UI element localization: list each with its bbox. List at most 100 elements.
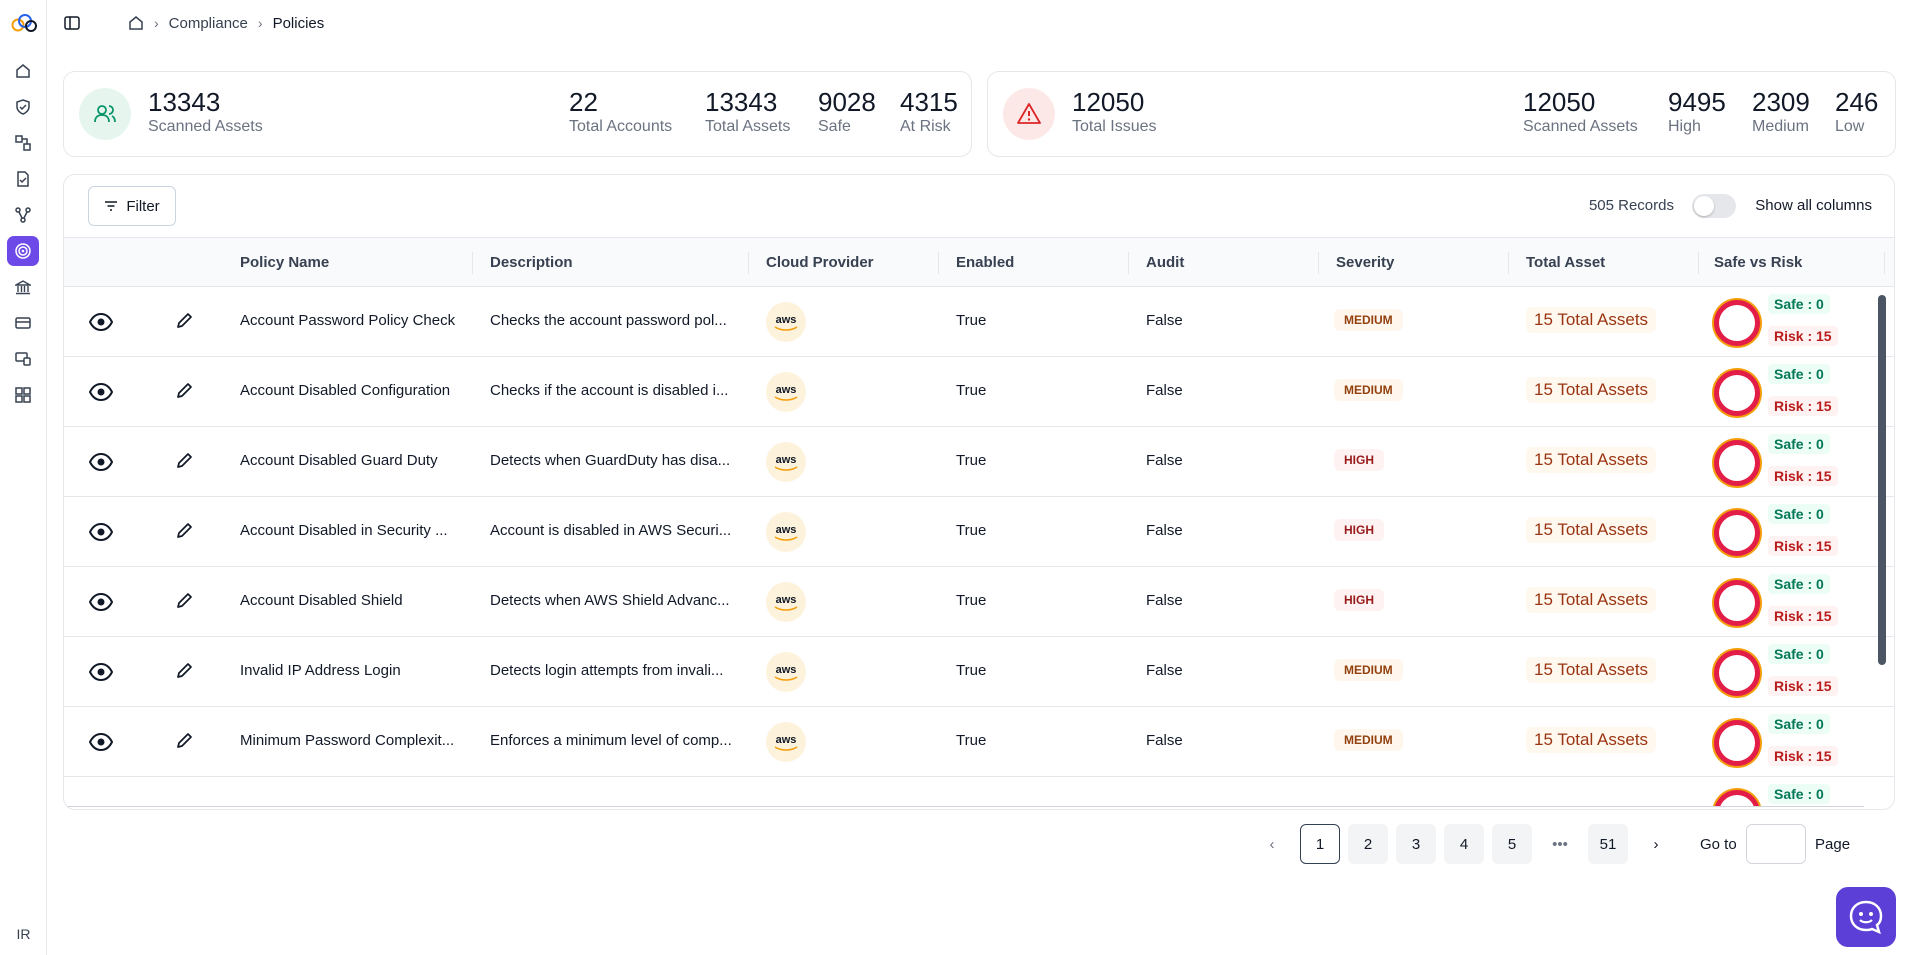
description-cell: Checks the account password pol... [490,312,727,329]
total-assets-badge[interactable]: 15 Total Assets [1526,517,1657,543]
column-divider[interactable] [1508,252,1509,274]
page-3-button[interactable]: 3 [1396,824,1436,864]
view-eye-icon[interactable] [88,451,114,473]
table-row[interactable]: Account Disabled Shield Detects when AWS … [64,567,1894,637]
severity-badge: MEDIUM [1334,659,1403,681]
edit-pencil-icon[interactable] [175,522,193,540]
policy-name-cell[interactable]: Minimum Password Complexit... [240,732,454,749]
policy-name-cell[interactable]: Account Disabled Guard Duty [240,452,438,469]
edit-pencil-icon[interactable] [175,382,193,400]
table-row[interactable]: Account Disabled Guard Duty Detects when … [64,427,1894,497]
cloud-logo-icon[interactable] [10,12,38,34]
total-assets-badge[interactable]: 15 Total Assets [1526,727,1657,753]
document-check-icon[interactable] [12,168,34,190]
safe-risk-donut [1714,720,1760,766]
risk-count-badge: Risk : 15 [1768,606,1838,626]
table-row[interactable]: Invalid IP Address Login Detects login at… [64,637,1894,707]
table-row[interactable]: Minimum Password Complexit... Enforces a … [64,707,1894,777]
aws-provider-icon: aws [766,722,806,762]
home-icon[interactable] [12,60,34,82]
filter-button[interactable]: Filter [88,186,176,226]
col-severity[interactable]: Severity [1336,254,1394,271]
policy-name-cell[interactable]: Account Password Policy Check [240,312,455,329]
edit-pencil-icon[interactable] [175,662,193,680]
horizontal-scrollbar[interactable] [64,806,1864,807]
total-assets-badge[interactable]: 15 Total Assets [1526,657,1657,683]
policies-nav-icon[interactable] [7,236,39,266]
risk-count-badge: Risk : 15 [1768,326,1838,346]
breadcrumb-policies: Policies [272,14,325,32]
column-divider[interactable] [1884,252,1885,274]
safe-risk-donut [1714,650,1760,696]
goto-page-input[interactable] [1746,824,1806,864]
vertical-scrollbar[interactable] [1878,295,1886,665]
total-assets-badge[interactable]: 15 Total Assets [1526,447,1657,473]
chat-support-button[interactable] [1836,887,1896,947]
edit-pencil-icon[interactable] [175,312,193,330]
workflow-icon[interactable] [12,132,34,154]
view-eye-icon[interactable] [88,521,114,543]
page-1-button[interactable]: 1 [1300,824,1340,864]
shield-check-icon[interactable] [12,96,34,118]
view-eye-icon[interactable] [88,311,114,333]
col-safe-vs-risk[interactable]: Safe vs Risk [1714,254,1802,271]
view-eye-icon[interactable] [88,661,114,683]
aws-provider-icon: aws [766,512,806,552]
column-divider[interactable] [1318,252,1319,274]
total-assets-badge[interactable]: 15 Total Assets [1526,587,1657,613]
column-divider[interactable] [1698,252,1699,274]
card-icon[interactable] [12,312,34,334]
sidebar-toggle-icon[interactable] [64,15,80,31]
records-count: 505 Records [1588,197,1674,214]
policy-name-cell[interactable]: Account Disabled Shield [240,592,403,609]
policy-name-cell[interactable]: Invalid IP Address Login [240,662,401,679]
devices-icon[interactable] [12,348,34,370]
col-total-asset[interactable]: Total Asset [1526,254,1605,271]
policy-name-cell[interactable]: Account Disabled in Security ... [240,522,448,539]
safe-risk-donut [1714,510,1760,556]
edit-pencil-icon[interactable] [175,592,193,610]
prev-page-icon[interactable]: ‹ [1252,824,1292,864]
view-eye-icon[interactable] [88,591,114,613]
total-accounts-stat: 22 Total Accounts [569,87,673,135]
policy-name-cell[interactable]: Account Disabled Configuration [240,382,450,399]
at-risk-stat: 4315 At Risk [900,87,958,135]
page-last-button[interactable]: 51 [1588,824,1628,864]
page-2-button[interactable]: 2 [1348,824,1388,864]
graph-nodes-icon[interactable] [12,204,34,226]
col-enabled[interactable]: Enabled [956,254,1014,271]
table-row[interactable]: Account Password Policy Check Checks the … [64,287,1894,357]
audit-cell: False [1146,592,1183,609]
page-5-button[interactable]: 5 [1492,824,1532,864]
col-cloud-provider[interactable]: Cloud Provider [766,254,874,271]
table-row[interactable]: Account Disabled Configuration Checks if … [64,357,1894,427]
total-assets-badge[interactable]: 15 Total Assets [1526,377,1657,403]
column-divider[interactable] [1128,252,1129,274]
total-assets-badge[interactable]: 15 Total Assets [1526,307,1657,333]
home-breadcrumb-icon[interactable] [128,15,144,31]
total-issues-label: Total Issues [1072,118,1157,135]
table-row-partial[interactable]: Safe : 0 [64,777,1894,807]
next-page-icon[interactable]: › [1636,824,1676,864]
col-policy-name[interactable]: Policy Name [240,254,329,271]
pages-ellipsis[interactable]: ••• [1540,824,1580,864]
edit-pencil-icon[interactable] [175,452,193,470]
show-all-columns-toggle[interactable] [1692,194,1736,218]
page-4-button[interactable]: 4 [1444,824,1484,864]
col-audit[interactable]: Audit [1146,254,1184,271]
enabled-cell: True [956,522,987,539]
bank-icon[interactable] [12,276,34,298]
edit-pencil-icon[interactable] [175,732,193,750]
view-eye-icon[interactable] [88,381,114,403]
breadcrumb-compliance[interactable]: Compliance [169,15,248,32]
column-divider[interactable] [938,252,939,274]
user-avatar[interactable]: IR [0,926,47,942]
column-divider[interactable] [748,252,749,274]
grid-apps-icon[interactable] [12,384,34,406]
column-divider[interactable] [472,252,473,274]
col-description[interactable]: Description [490,254,573,271]
table-row[interactable]: Account Disabled in Security ... Account … [64,497,1894,567]
severity-badge: HIGH [1334,449,1384,471]
view-eye-icon[interactable] [88,731,114,753]
total-issues-value: 12050 [1072,87,1145,117]
